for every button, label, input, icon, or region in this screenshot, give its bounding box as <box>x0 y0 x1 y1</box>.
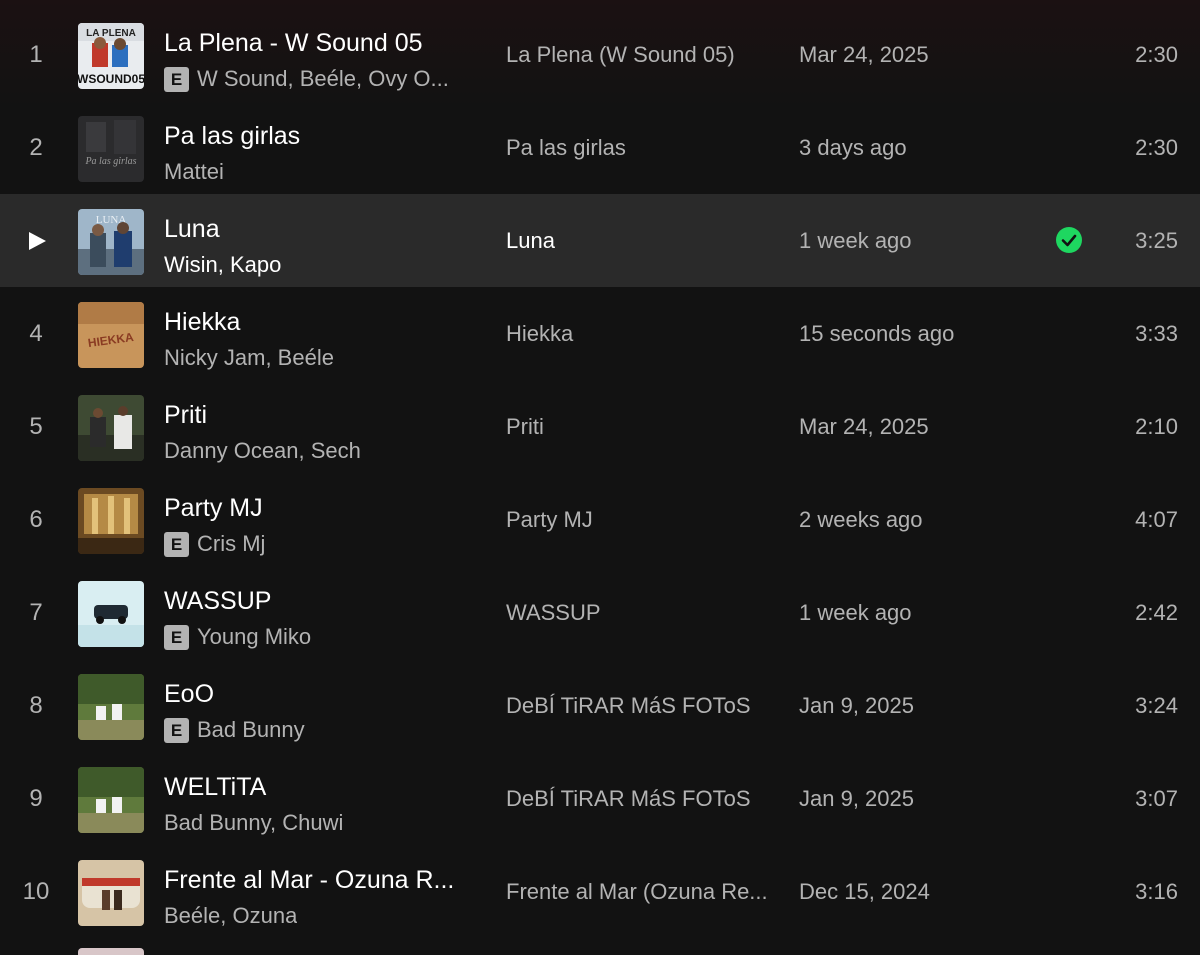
track-duration: 2:10 <box>1135 414 1178 439</box>
track-album[interactable]: Frente al Mar (Ozuna Re... <box>506 845 776 938</box>
track-duration: 3:16 <box>1135 879 1178 904</box>
track-date-added: Jan 9, 2025 <box>799 786 914 811</box>
explicit-badge: E <box>164 717 189 743</box>
track-artists[interactable]: Beéle, Ozuna <box>164 903 297 929</box>
track-row[interactable]: 1 LA PLENA WSOUND05 La Plena - W Sound 0… <box>0 8 1200 101</box>
track-album[interactable]: Party MJ <box>506 473 776 566</box>
track-title[interactable]: Frente al Mar - Ozuna R... <box>164 866 464 895</box>
track-date-added: Mar 24, 2025 <box>799 42 929 67</box>
album-art[interactable] <box>78 860 144 926</box>
track-album[interactable]: WASSUP <box>506 566 776 659</box>
track-duration: 2:42 <box>1135 600 1178 625</box>
track-artists[interactable]: Bad Bunny, Chuwi <box>164 810 343 836</box>
track-date-added: Mar 24, 2025 <box>799 414 929 439</box>
track-title[interactable]: Priti <box>164 401 464 430</box>
track-artists-line: E Cris Mj <box>164 531 464 557</box>
track-artists-line: E Young Miko <box>164 624 464 650</box>
album-art-partial <box>78 948 144 955</box>
track-number: 1 <box>29 41 43 68</box>
track-album[interactable]: Priti <box>506 380 776 473</box>
track-artists[interactable]: Danny Ocean, Sech <box>164 438 361 464</box>
track-row-active[interactable]: LUNA Luna Wisin, Kapo Luna 1 week ago 3:… <box>0 194 1200 287</box>
track-row[interactable]: 9 WELTiTA Bad Bunny, Chuwi DeBÍ TiRAR Má… <box>0 752 1200 845</box>
track-album[interactable]: La Plena (W Sound 05) <box>506 8 776 101</box>
track-row[interactable]: 7 WASSUP E Young Miko WASSUP 1 week ago … <box>0 566 1200 659</box>
track-row[interactable]: 2 Pa las girlas Pa las girlas Mattei Pa … <box>0 101 1200 194</box>
track-title[interactable]: La Plena - W Sound 05 <box>164 29 464 58</box>
track-artists[interactable]: Mattei <box>164 159 224 185</box>
album-art[interactable]: Pa las girlas <box>78 116 144 182</box>
track-album[interactable]: Pa las girlas <box>506 101 776 194</box>
album-art[interactable]: LUNA <box>78 209 144 275</box>
track-artists-line: Beéle, Ozuna <box>164 903 464 929</box>
svg-text:LA PLENA: LA PLENA <box>86 28 136 39</box>
track-date-added: 3 days ago <box>799 135 907 160</box>
track-number: 9 <box>29 785 43 812</box>
track-artists-line: Bad Bunny, Chuwi <box>164 810 464 836</box>
track-artists-line: E W Sound, Beéle, Ovy O... <box>164 66 464 92</box>
track-album[interactable]: Hiekka <box>506 287 776 380</box>
track-number: 2 <box>29 134 43 161</box>
track-date-added: 2 weeks ago <box>799 507 923 532</box>
explicit-badge: E <box>164 531 189 557</box>
track-artists-line: E Bad Bunny <box>164 717 464 743</box>
track-artists[interactable]: W Sound, Beéle, Ovy O... <box>197 66 449 92</box>
track-artists[interactable]: Cris Mj <box>197 531 265 557</box>
track-album[interactable]: DeBÍ TiRAR MáS FOToS <box>506 752 776 845</box>
track-duration: 2:30 <box>1135 135 1178 160</box>
svg-text:WSOUND05: WSOUND05 <box>78 72 144 86</box>
explicit-badge: E <box>164 66 189 92</box>
track-number: 10 <box>22 878 50 905</box>
track-row[interactable]: 4 HIEKKA Hiekka Nicky Jam, Beéle Hiekka … <box>0 287 1200 380</box>
track-title[interactable]: Pa las girlas <box>164 122 464 151</box>
track-row[interactable]: 5 Priti Danny Ocean, Sech Priti Mar 24, … <box>0 380 1200 473</box>
track-duration: 4:07 <box>1135 507 1178 532</box>
track-artists[interactable]: Young Miko <box>197 624 311 650</box>
album-art[interactable] <box>78 581 144 647</box>
track-title[interactable]: EoO <box>164 680 464 709</box>
track-date-added: Dec 15, 2024 <box>799 879 930 904</box>
album-art[interactable]: HIEKKA <box>78 302 144 368</box>
track-date-added: 1 week ago <box>799 228 912 253</box>
track-artists-line: Nicky Jam, Beéle <box>164 345 464 371</box>
track-date-added: Jan 9, 2025 <box>799 693 914 718</box>
track-artists-line: Danny Ocean, Sech <box>164 438 464 464</box>
check-circle-icon[interactable] <box>1055 226 1083 254</box>
track-title[interactable]: WELTiTA <box>164 773 464 802</box>
track-duration: 3:24 <box>1135 693 1178 718</box>
svg-text:Pa las girlas: Pa las girlas <box>84 156 136 167</box>
album-art[interactable] <box>78 674 144 740</box>
track-title[interactable]: Hiekka <box>164 308 464 337</box>
explicit-badge: E <box>164 624 189 650</box>
track-album[interactable]: DeBÍ TiRAR MáS FOToS <box>506 659 776 752</box>
album-art[interactable] <box>78 488 144 554</box>
track-row[interactable]: 6 Party MJ E Cris Mj Party MJ 2 weeks ag… <box>0 473 1200 566</box>
track-date-added: 1 week ago <box>799 600 912 625</box>
track-artists-line: Wisin, Kapo <box>164 252 464 278</box>
track-duration: 3:33 <box>1135 321 1178 346</box>
play-icon[interactable] <box>26 230 48 252</box>
track-artists-line: Mattei <box>164 159 464 185</box>
track-date-added: 15 seconds ago <box>799 321 955 346</box>
album-art[interactable] <box>78 767 144 833</box>
track-duration: 3:25 <box>1135 228 1178 253</box>
track-row[interactable]: 8 EoO E Bad Bunny DeBÍ TiRAR MáS FOToS J… <box>0 659 1200 752</box>
track-number: 4 <box>29 320 43 347</box>
track-artists[interactable]: Wisin, Kapo <box>164 252 281 278</box>
track-artists[interactable]: Nicky Jam, Beéle <box>164 345 334 371</box>
track-title[interactable]: WASSUP <box>164 587 464 616</box>
album-art[interactable]: LA PLENA WSOUND05 <box>78 23 144 89</box>
track-album[interactable]: Luna <box>506 194 776 287</box>
track-row[interactable]: 10 Frente al Mar - Ozuna R... Beéle, Ozu… <box>0 845 1200 938</box>
track-title[interactable]: Party MJ <box>164 494 464 523</box>
track-title[interactable]: Luna <box>164 215 464 244</box>
track-duration: 3:07 <box>1135 786 1178 811</box>
track-number: 6 <box>29 506 43 533</box>
album-art[interactable] <box>78 395 144 461</box>
track-number: 7 <box>29 599 43 626</box>
track-duration: 2:30 <box>1135 42 1178 67</box>
track-number: 8 <box>29 692 43 719</box>
track-number: 5 <box>29 413 43 440</box>
track-artists[interactable]: Bad Bunny <box>197 717 305 743</box>
